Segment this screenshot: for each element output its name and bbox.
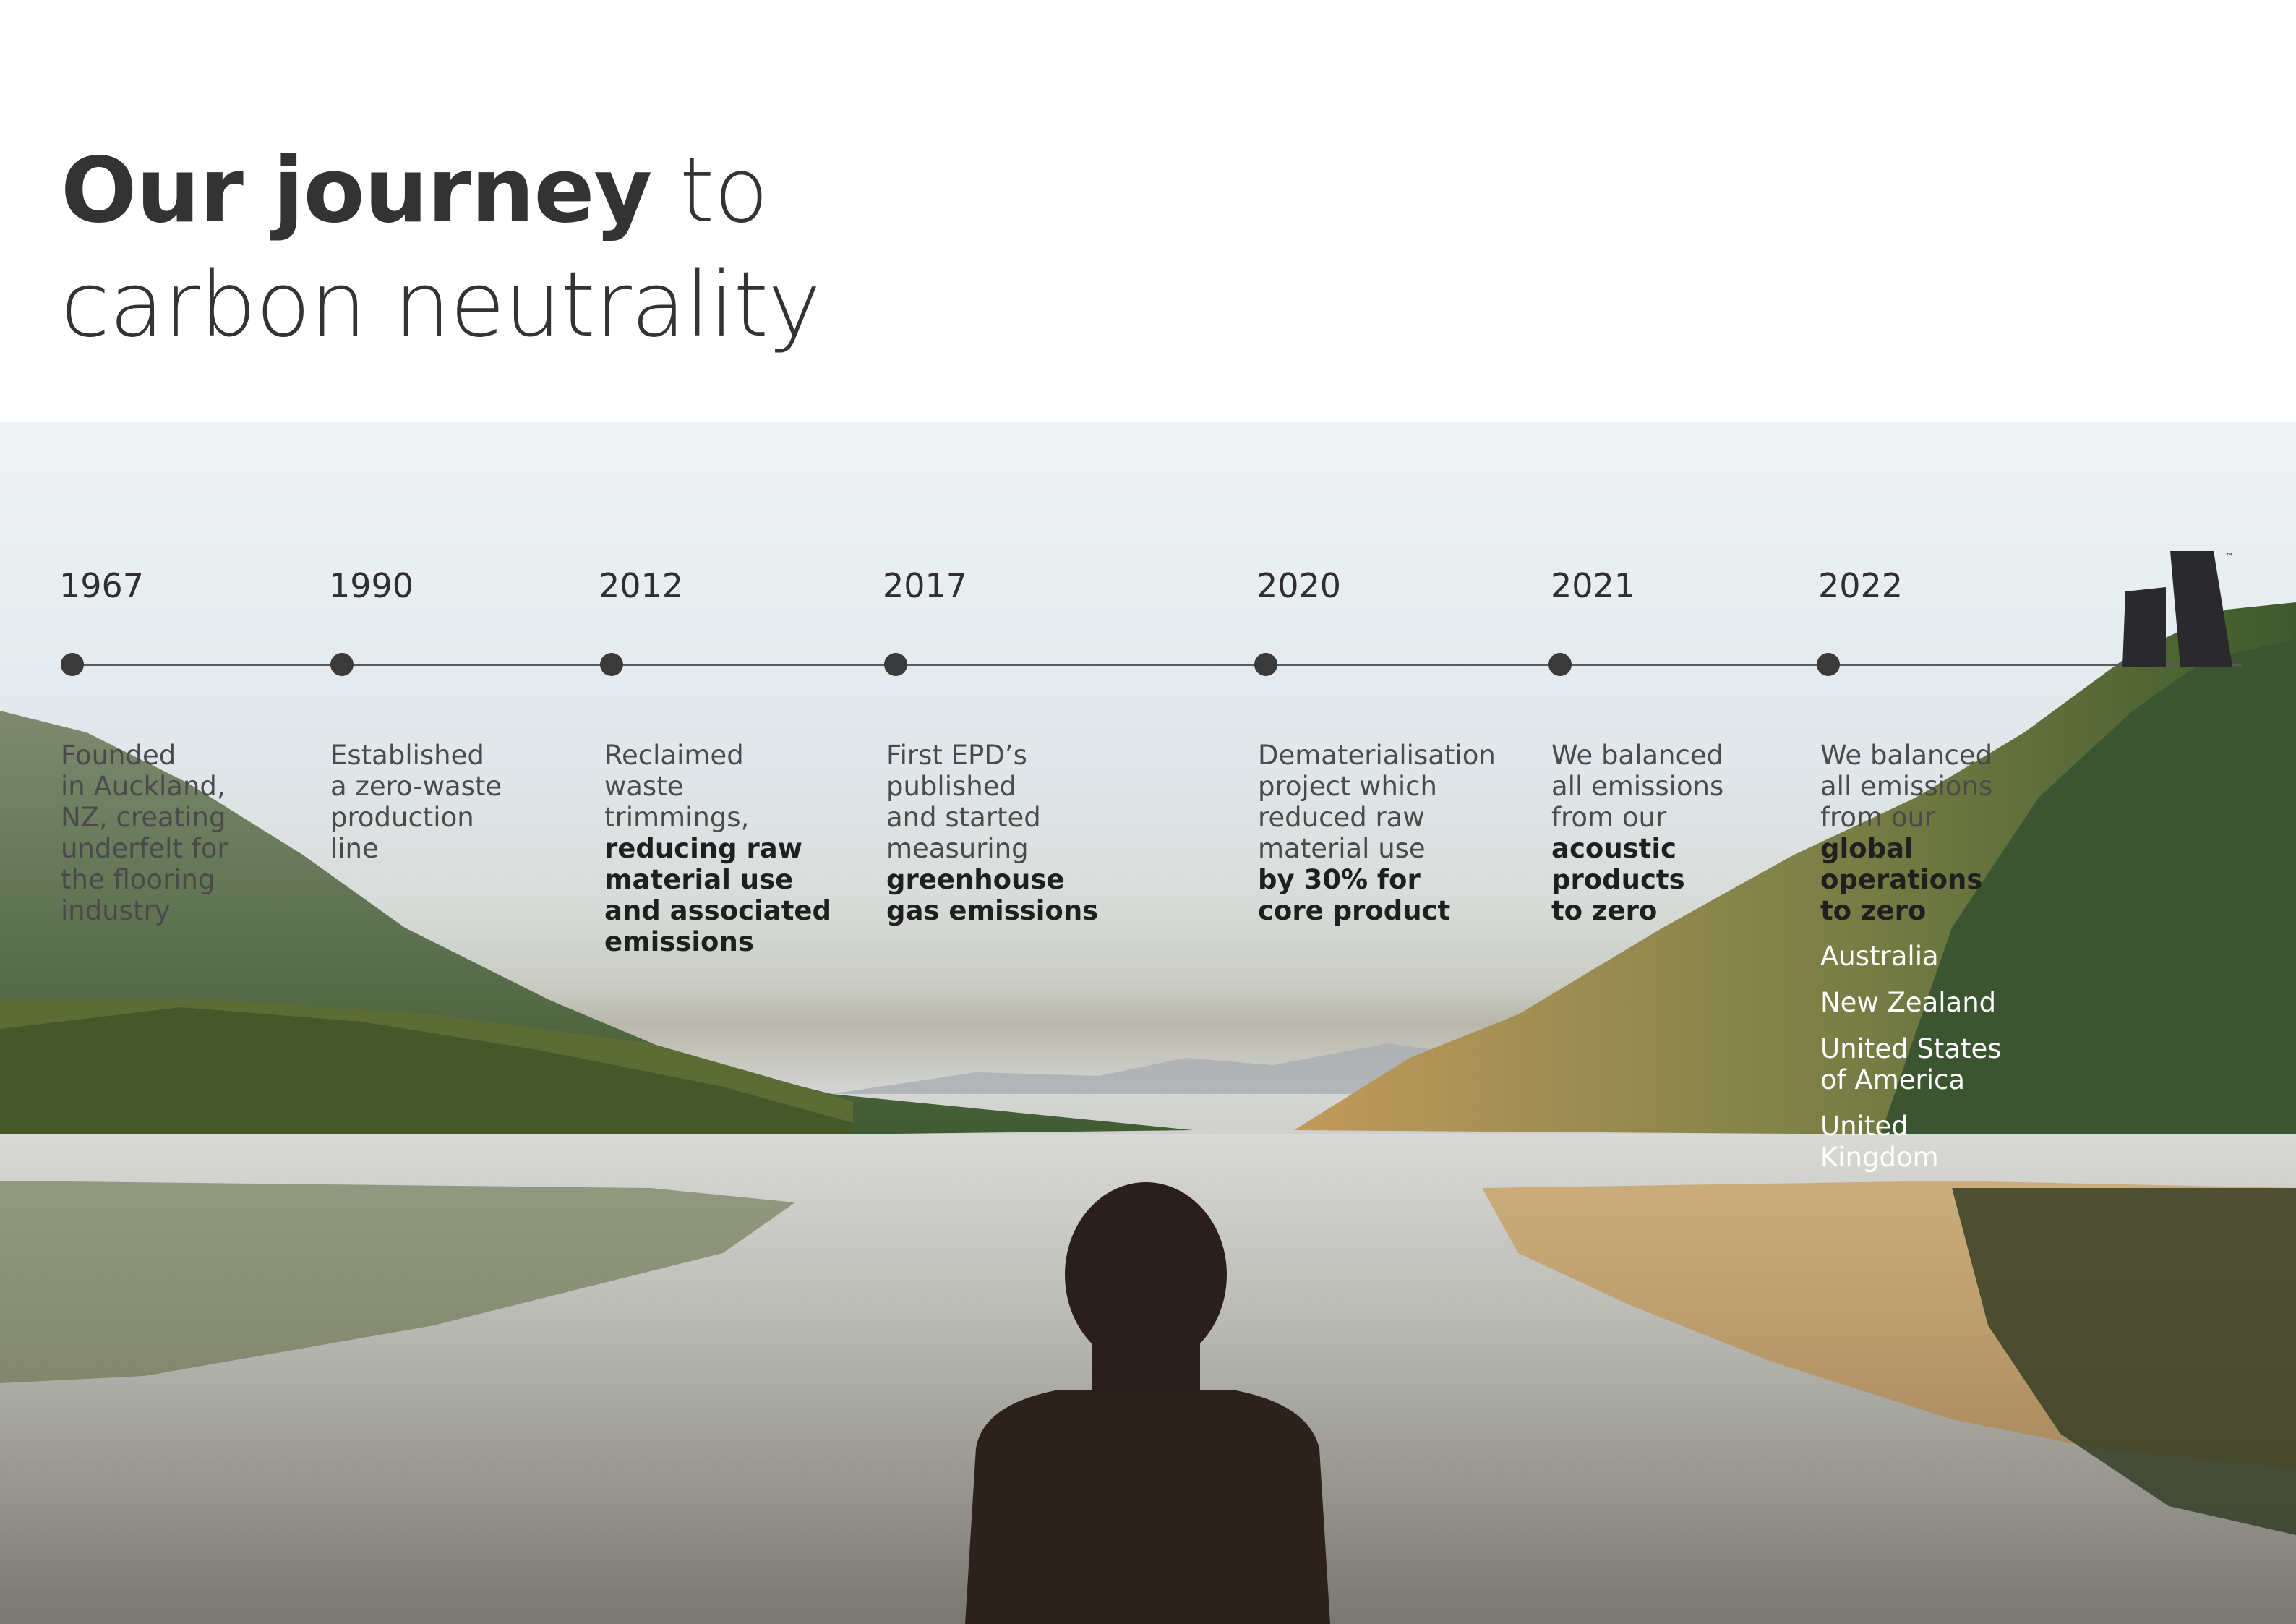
description-highlight: emissions xyxy=(604,926,754,957)
timeline-year: 2021 xyxy=(1551,566,1636,605)
timeline-marker xyxy=(61,653,84,676)
country-line: Australia xyxy=(1820,941,1939,972)
timeline-description: Dematerialisation project which reduced ra… xyxy=(1258,740,1496,926)
country-line: New Zealand xyxy=(1820,987,1997,1018)
timeline-year: 2017 xyxy=(883,566,968,605)
description-line: production xyxy=(330,802,474,833)
country-line: United xyxy=(1820,1111,1909,1142)
description-line: a zero-waste xyxy=(330,771,502,802)
logo-right-block xyxy=(2170,551,2232,667)
description-line: NZ, creating xyxy=(61,802,226,833)
description-highlight: to zero xyxy=(1820,895,1927,926)
description-line: We balanced xyxy=(1551,740,1724,771)
country-item: United Kingdom xyxy=(1820,1111,2002,1173)
description-highlight: global xyxy=(1820,833,1914,864)
title-line-2: carbon neutrality xyxy=(61,253,821,357)
country-item: New Zealand xyxy=(1820,987,2002,1018)
description-highlight: and associated xyxy=(604,895,831,926)
brand-logo-mark: ™ xyxy=(2122,551,2234,667)
description-highlight: gas emissions xyxy=(886,895,1099,926)
description-line: project which xyxy=(1258,771,1437,802)
country-line: United States xyxy=(1820,1033,2002,1064)
timeline-year: 2020 xyxy=(1256,566,1342,605)
description-highlight: reducing raw xyxy=(604,833,802,864)
timeline-description: We balanced all emissions from our acoustic… xyxy=(1551,740,1723,926)
description-line: the flooring xyxy=(61,864,215,895)
description-line: measuring xyxy=(886,833,1029,864)
description-line: published xyxy=(886,771,1016,802)
description-line: from our xyxy=(1551,802,1667,833)
title-line-1: Our journey to xyxy=(61,134,821,248)
timeline-marker xyxy=(330,653,354,676)
page-title: Our journey to carbon neutrality xyxy=(61,134,821,362)
timeline-year: 2022 xyxy=(1818,566,1903,605)
description-highlight: by 30% for xyxy=(1258,864,1421,895)
description-line: Established xyxy=(330,740,484,771)
timeline-marker xyxy=(1254,653,1277,676)
timeline-description: First EPD’s published and started measuring… xyxy=(886,740,1098,926)
timeline-year: 2012 xyxy=(599,566,684,605)
logo-trademark: ™ xyxy=(2225,552,2234,562)
logo-left-block xyxy=(2122,587,2166,667)
timeline-marker xyxy=(884,653,907,676)
timeline-year: 1967 xyxy=(59,566,145,605)
description-highlight: material use xyxy=(604,864,794,895)
title-bold: Our journey xyxy=(61,139,652,243)
description-line: all emissions xyxy=(1820,771,1993,802)
description-line: trimmings, xyxy=(604,802,750,833)
description-highlight: core product xyxy=(1258,895,1451,926)
description-line: industry xyxy=(61,895,171,926)
description-line: First EPD’s xyxy=(886,740,1027,771)
description-line: Founded xyxy=(61,740,176,771)
country-line: of America xyxy=(1820,1064,1966,1095)
description-highlight: operations xyxy=(1820,864,1983,895)
description-line: reduced raw xyxy=(1258,802,1425,833)
description-highlight: to zero xyxy=(1551,895,1658,926)
description-highlight: greenhouse xyxy=(886,864,1065,895)
description-line: material use xyxy=(1258,833,1426,864)
timeline-marker xyxy=(1548,653,1572,676)
description-highlight: acoustic xyxy=(1551,833,1676,864)
description-line: Reclaimed xyxy=(604,740,744,771)
title-rest: to xyxy=(651,139,768,243)
timeline-description: Reclaimed waste trimmings, reducing raw mate… xyxy=(604,740,831,957)
description-line: in Auckland, xyxy=(61,771,226,802)
description-line: line xyxy=(330,833,379,864)
description-line: We balanced xyxy=(1820,740,1993,771)
description-line: waste xyxy=(604,771,684,802)
timeline-line xyxy=(72,664,2241,666)
country-line: Kingdom xyxy=(1820,1142,1939,1173)
description-line: Dematerialisation xyxy=(1258,740,1496,771)
timeline-description: Founded in Auckland, NZ, creating underfelt… xyxy=(61,740,228,926)
timeline-description: Established a zero-waste production line xyxy=(330,740,502,864)
timeline-marker xyxy=(1817,653,1840,676)
description-highlight: products xyxy=(1551,864,1685,895)
timeline-description: We balanced all emissions from our global op… xyxy=(1820,740,1992,926)
country-item: United States of America xyxy=(1820,1033,2002,1095)
description-line: from our xyxy=(1820,802,1936,833)
brand-logo-icon: ™ xyxy=(2122,550,2238,675)
description-line: and started xyxy=(886,802,1041,833)
timeline-marker xyxy=(600,653,623,676)
description-line: underfelt for xyxy=(61,833,228,864)
country-item: Australia xyxy=(1820,941,2002,972)
description-line: all emissions xyxy=(1551,771,1724,802)
timeline-year: 1990 xyxy=(329,566,414,605)
countries-list: Australia New Zealand United States of Am… xyxy=(1820,941,2002,1188)
